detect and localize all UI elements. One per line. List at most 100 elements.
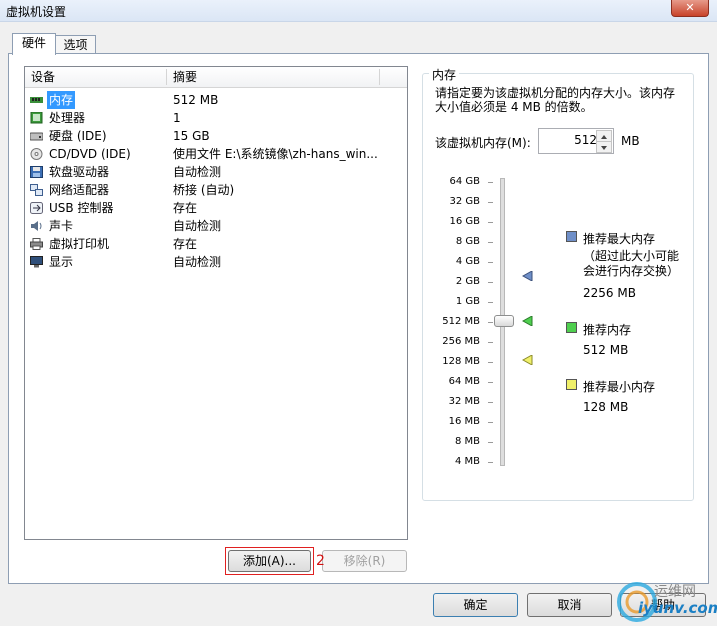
printer-icon bbox=[30, 238, 43, 250]
scale-label: 128 MB bbox=[442, 356, 480, 367]
device-name: 声卡 bbox=[49, 219, 74, 233]
device-summary: 512 MB bbox=[173, 93, 219, 107]
device-row-display[interactable]: 显示 自动检测 bbox=[25, 253, 407, 271]
scale-label: 32 GB bbox=[449, 196, 480, 207]
device-row-virtual-printer[interactable]: 虚拟打印机 存在 bbox=[25, 235, 407, 253]
sound-icon bbox=[31, 221, 42, 231]
scale-tick bbox=[488, 222, 493, 223]
usb-icon bbox=[30, 202, 43, 214]
scale-label: 16 GB bbox=[449, 216, 480, 227]
highlight-box bbox=[225, 547, 314, 575]
scale-tick bbox=[488, 302, 493, 303]
scale-label: 4 MB bbox=[454, 456, 480, 467]
scale-tick bbox=[488, 182, 493, 183]
device-name: CD/DVD (IDE) bbox=[49, 147, 131, 161]
list-header: 设备 摘要 bbox=[25, 67, 407, 88]
scale-tick bbox=[488, 262, 493, 263]
device-row-processor[interactable]: 处理器 1 bbox=[25, 109, 407, 127]
device-name: 网络适配器 bbox=[49, 183, 110, 197]
watermark-brand: 运维网 bbox=[654, 584, 696, 600]
min-legend-swatch bbox=[566, 379, 577, 390]
device-summary: 自动检测 bbox=[173, 255, 222, 269]
device-summary: 存在 bbox=[173, 237, 198, 251]
memory-icon bbox=[30, 97, 43, 103]
device-row-memory[interactable]: 内存 512 MB bbox=[25, 91, 407, 109]
device-summary: 15 GB bbox=[173, 129, 210, 143]
scale-tick bbox=[488, 462, 493, 463]
device-summary: 自动检测 bbox=[173, 219, 222, 233]
scale-tick bbox=[488, 322, 493, 323]
scale-label: 64 GB bbox=[449, 176, 480, 187]
memory-unit: MB bbox=[621, 134, 640, 148]
scale-tick bbox=[488, 442, 493, 443]
device-summary: 自动检测 bbox=[173, 165, 222, 179]
scale-tick bbox=[488, 362, 493, 363]
scale-label: 2 GB bbox=[455, 276, 480, 287]
arrow-down-icon bbox=[601, 146, 607, 150]
memory-spinbox[interactable] bbox=[538, 128, 614, 154]
memory-slider-thumb[interactable] bbox=[494, 315, 514, 327]
rec-legend-swatch bbox=[566, 322, 577, 333]
hard-disk-icon bbox=[30, 132, 43, 141]
recommended-arrow-icon bbox=[522, 316, 533, 326]
device-name: 处理器 bbox=[49, 111, 86, 125]
scale-tick bbox=[488, 342, 493, 343]
watermark-domain: iyunv.com bbox=[638, 599, 717, 617]
spin-down-button[interactable] bbox=[596, 141, 612, 153]
title-bar: 虚拟机设置 ✕ bbox=[0, 0, 717, 22]
watermark-logo: 运维网 iyunv.com bbox=[612, 575, 717, 626]
rec-legend-title: 推荐内存 bbox=[583, 323, 632, 337]
remove-button[interactable]: 移除(R) bbox=[322, 550, 407, 572]
column-header-device[interactable]: 设备 bbox=[25, 67, 55, 87]
device-name: 显示 bbox=[49, 255, 74, 269]
scale-label: 4 GB bbox=[455, 256, 480, 267]
scale-tick bbox=[488, 422, 493, 423]
processor-icon bbox=[30, 112, 43, 124]
window-title: 虚拟机设置 bbox=[6, 5, 67, 19]
device-row-hard-disk[interactable]: 硬盘 (IDE) 15 GB bbox=[25, 127, 407, 145]
scale-tick bbox=[488, 382, 493, 383]
device-row-network-adapter[interactable]: 网络适配器 桥接 (自动) bbox=[25, 181, 407, 199]
min-legend-title: 推荐最小内存 bbox=[583, 380, 656, 394]
min-recommended-arrow-icon bbox=[522, 355, 533, 365]
device-row-floppy[interactable]: 软盘驱动器 自动检测 bbox=[25, 163, 407, 181]
device-row-usb-controller[interactable]: USB 控制器 存在 bbox=[25, 199, 407, 217]
scale-tick bbox=[488, 242, 493, 243]
scale-tick bbox=[488, 402, 493, 403]
device-row-cd-dvd[interactable]: CD/DVD (IDE) 使用文件 E:\系统镜像\zh-hans_win... bbox=[25, 145, 407, 163]
scale-label: 64 MB bbox=[448, 376, 480, 387]
device-name: 内存 bbox=[47, 91, 76, 109]
scale-label: 8 GB bbox=[455, 236, 480, 247]
memory-group-label: 内存 bbox=[429, 66, 460, 83]
scale-label: 1 GB bbox=[455, 296, 480, 307]
display-icon bbox=[30, 256, 43, 268]
close-button[interactable]: ✕ bbox=[671, 0, 709, 17]
rec-legend-value: 512 MB bbox=[583, 343, 629, 357]
memory-input[interactable] bbox=[541, 132, 599, 148]
device-name: 软盘驱动器 bbox=[49, 165, 110, 179]
scale-label: 512 MB bbox=[442, 316, 480, 327]
scale-label: 16 MB bbox=[448, 416, 480, 427]
tab-hardware[interactable]: 硬件 bbox=[12, 33, 56, 55]
memory-description: 请指定要为该虚拟机分配的内存大小。该内存大小值必须是 4 MB 的倍数。 bbox=[435, 86, 676, 114]
scale-label: 256 MB bbox=[442, 336, 480, 347]
device-summary: 存在 bbox=[173, 201, 198, 215]
scale-tick bbox=[488, 202, 493, 203]
scale-label: 8 MB bbox=[454, 436, 480, 447]
device-name: 硬盘 (IDE) bbox=[49, 129, 107, 143]
network-adapter-icon bbox=[30, 184, 43, 196]
device-row-sound-card[interactable]: 声卡 自动检测 bbox=[25, 217, 407, 235]
max-legend-title: 推荐最大内存 bbox=[583, 232, 656, 246]
cancel-button[interactable]: 取消 bbox=[527, 593, 612, 617]
scale-label: 32 MB bbox=[448, 396, 480, 407]
scale-tick bbox=[488, 282, 493, 283]
tab-options[interactable]: 选项 bbox=[55, 35, 96, 54]
annotation-marker: 2 bbox=[316, 553, 325, 569]
cd-dvd-icon bbox=[30, 148, 43, 160]
device-list[interactable]: 设备 摘要 内存 512 MB 处理器 1 硬盘 (IDE) 15 GB CD/… bbox=[24, 66, 408, 540]
ok-button[interactable]: 确定 bbox=[433, 593, 518, 617]
column-header-summary[interactable]: 摘要 bbox=[167, 67, 197, 87]
device-name: USB 控制器 bbox=[49, 201, 114, 215]
device-summary: 1 bbox=[173, 111, 181, 125]
column-divider[interactable] bbox=[379, 69, 380, 85]
